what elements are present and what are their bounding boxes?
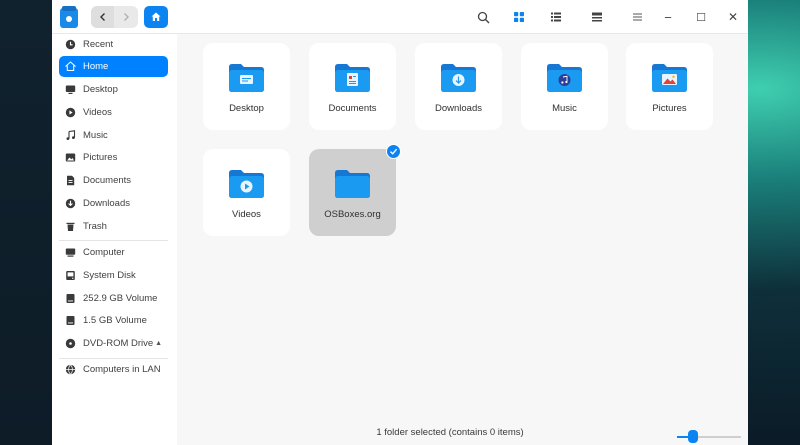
file-item-videos[interactable]: Videos: [203, 149, 290, 236]
sidebar-item-label: Desktop: [83, 84, 118, 95]
close-button[interactable]: ✕: [725, 9, 741, 25]
sidebar-item-1-5gb-volume[interactable]: 1.5 GB Volume: [59, 310, 168, 331]
file-name: Videos: [232, 209, 261, 220]
file-name: Music: [552, 103, 577, 114]
sidebar-item-label: 1.5 GB Volume: [83, 315, 147, 326]
sidebar-item-label: Recent: [83, 39, 114, 50]
picture-icon: [63, 151, 77, 165]
sidebar-item-label: Documents: [83, 175, 132, 186]
music-icon: [63, 129, 77, 143]
forward-button[interactable]: [114, 6, 137, 28]
sidebar-item-label: Music: [83, 130, 108, 141]
sidebar-item-label: System Disk: [83, 270, 136, 281]
folder-icon: [335, 170, 370, 198]
file-item-osboxes-org[interactable]: OSBoxes.org: [309, 149, 396, 236]
sidebar-item-label: Pictures: [83, 152, 118, 163]
navigation-buttons: [91, 6, 138, 28]
sidebar-item-desktop[interactable]: Desktop: [59, 79, 168, 100]
file-item-pictures[interactable]: Pictures: [626, 43, 713, 130]
chevron-right-icon: [123, 13, 129, 21]
music-folder-icon: [547, 64, 582, 92]
sidebar-item-computer[interactable]: Computer: [59, 242, 168, 263]
home-icon: [151, 12, 161, 21]
chevron-left-icon: [99, 13, 105, 21]
pictures-folder-icon: [652, 64, 687, 92]
desktop-background: [0, 0, 52, 445]
document-icon: [63, 174, 77, 188]
file-name: Desktop: [229, 103, 264, 114]
eject-icon[interactable]: ▲: [155, 340, 162, 347]
sidebar-item-pictures[interactable]: Pictures: [59, 147, 168, 168]
home-icon: [63, 60, 77, 74]
sidebar-item-label: Videos: [83, 107, 112, 118]
hamburger-menu-icon: [632, 13, 642, 21]
zoom-slider-handle[interactable]: [688, 430, 698, 443]
search-button[interactable]: [475, 9, 491, 25]
zoom-slider[interactable]: [677, 436, 741, 438]
minimize-button[interactable]: −: [660, 9, 676, 25]
sidebar-item-label: Computer: [83, 247, 125, 258]
network-icon: [63, 363, 77, 377]
selected-check-icon: [386, 144, 401, 159]
file-name: OSBoxes.org: [324, 209, 381, 220]
sidebar-item-dvd-rom-drive[interactable]: DVD-ROM Drive ▲: [59, 333, 168, 354]
file-grid: Desktop Documents Downloads Music Pictur…: [177, 34, 748, 445]
file-item-documents[interactable]: Documents: [309, 43, 396, 130]
sidebar-item-recent[interactable]: Recent: [59, 34, 168, 55]
sidebar-item-label: 252.9 GB Volume: [83, 293, 158, 304]
icon-view-icon: [514, 12, 524, 22]
list-view-icon: [551, 12, 561, 22]
sidebar-item-label: Home: [83, 61, 109, 72]
downloads-folder-icon: [441, 64, 476, 92]
desktop-folder-icon: [229, 64, 264, 92]
file-manager-window: − ☐ ✕ Recent Home Desktop Videos Music P…: [52, 0, 748, 445]
sidebar-item-label: DVD-ROM Drive: [83, 338, 154, 349]
file-name: Documents: [328, 103, 377, 114]
file-item-desktop[interactable]: Desktop: [203, 43, 290, 130]
titlebar: − ☐ ✕: [52, 0, 748, 34]
sidebar: Recent Home Desktop Videos Music Picture…: [52, 34, 177, 445]
details-view-icon: [592, 12, 602, 22]
maximize-button[interactable]: ☐: [693, 9, 709, 25]
drive-icon: [63, 292, 77, 306]
sidebar-item-252gb-volume[interactable]: 252.9 GB Volume: [59, 288, 168, 309]
clock-icon: [63, 38, 77, 52]
computer-icon: [63, 246, 77, 260]
sidebar-item-label: Trash: [83, 221, 107, 232]
file-item-downloads[interactable]: Downloads: [415, 43, 502, 130]
download-icon: [63, 197, 77, 211]
disk-icon: [63, 269, 77, 283]
file-name: Pictures: [652, 103, 687, 114]
main-menu-button[interactable]: [629, 9, 645, 25]
file-item-music[interactable]: Music: [521, 43, 608, 130]
sidebar-item-music[interactable]: Music: [59, 125, 168, 146]
video-icon: [63, 106, 77, 120]
drive-icon: [63, 314, 77, 328]
trash-icon: [63, 220, 77, 234]
breadcrumb-home-button[interactable]: [144, 6, 168, 28]
file-name: Downloads: [435, 103, 482, 114]
sidebar-item-videos[interactable]: Videos: [59, 102, 168, 123]
sidebar-item-downloads[interactable]: Downloads: [59, 193, 168, 214]
sidebar-divider: [59, 240, 168, 241]
sidebar-item-computers-in-lan[interactable]: Computers in LAN: [59, 359, 168, 380]
file-manager-logo-icon: [60, 6, 78, 28]
videos-folder-icon: [229, 170, 264, 198]
back-button[interactable]: [91, 6, 114, 28]
details-view-button[interactable]: [589, 9, 605, 25]
desktop-icon: [63, 83, 77, 97]
search-icon: [477, 11, 489, 23]
list-view-button[interactable]: [548, 9, 564, 25]
sidebar-item-home[interactable]: Home: [59, 56, 168, 77]
icon-view-button[interactable]: [511, 9, 527, 25]
status-bar-text: 1 folder selected (contains 0 items): [376, 427, 524, 438]
sidebar-item-documents[interactable]: Documents: [59, 170, 168, 191]
dvd-icon: [63, 337, 77, 351]
sidebar-item-label: Computers in LAN: [83, 364, 161, 375]
sidebar-item-label: Downloads: [83, 198, 130, 209]
sidebar-item-trash[interactable]: Trash: [59, 216, 168, 237]
sidebar-item-system-disk[interactable]: System Disk: [59, 265, 168, 286]
documents-folder-icon: [335, 64, 370, 92]
